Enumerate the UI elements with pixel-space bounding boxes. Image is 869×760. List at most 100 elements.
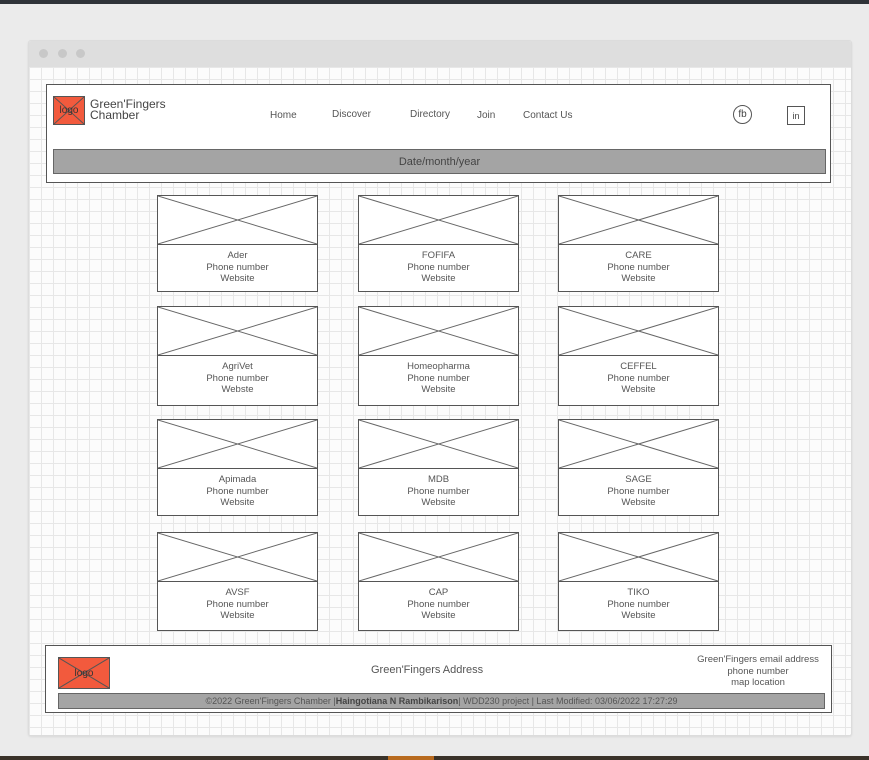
brand-name[interactable]: Green'Fingers Chamber bbox=[90, 98, 166, 122]
image-placeholder-icon bbox=[559, 420, 718, 468]
copyright-prefix: ©2022 Green'Fingers Chamber | bbox=[205, 696, 336, 706]
image-placeholder-icon bbox=[359, 420, 518, 468]
directory-card[interactable]: AVSF Phone number Website bbox=[157, 532, 318, 631]
nav-discover[interactable]: Discover bbox=[332, 109, 371, 120]
directory-card[interactable]: FOFIFA Phone number Website bbox=[358, 195, 519, 292]
member-website-link[interactable]: Website bbox=[158, 273, 317, 285]
taskbar-highlight bbox=[388, 756, 434, 760]
footer-address: Green'Fingers Address bbox=[371, 664, 484, 676]
footer-phone: phone number bbox=[727, 665, 789, 677]
member-image-placeholder bbox=[158, 420, 317, 469]
member-website-link[interactable]: Website bbox=[158, 610, 317, 622]
member-phone: Phone number bbox=[206, 372, 269, 384]
member-info: CEFFEL Phone number Website bbox=[559, 361, 718, 396]
member-info: SAGE Phone number Website bbox=[559, 474, 718, 509]
member-phone: Phone number bbox=[206, 598, 269, 610]
window-dot-icon[interactable] bbox=[39, 49, 48, 58]
member-website-link[interactable]: Webste bbox=[158, 384, 317, 396]
member-info: AVSF Phone number Website bbox=[158, 587, 317, 622]
member-image-placeholder bbox=[359, 420, 518, 469]
image-placeholder-icon bbox=[359, 307, 518, 355]
member-name: TIKO bbox=[627, 587, 650, 598]
os-bottom-bar bbox=[0, 756, 869, 760]
copyright-bar: ©2022 Green'Fingers Chamber |Haingotiana… bbox=[58, 693, 825, 709]
member-phone: Phone number bbox=[407, 372, 470, 384]
footer-logo-label: logo bbox=[74, 667, 94, 679]
member-phone: Phone number bbox=[407, 261, 470, 273]
member-name: CEFFEL bbox=[620, 361, 657, 372]
window-dot-icon[interactable] bbox=[58, 49, 67, 58]
os-top-bar bbox=[0, 0, 869, 4]
member-website-link[interactable]: Website bbox=[359, 497, 518, 509]
member-image-placeholder bbox=[359, 307, 518, 356]
member-phone: Phone number bbox=[607, 598, 670, 610]
image-placeholder-icon bbox=[559, 196, 718, 244]
directory-card[interactable]: MDB Phone number Website bbox=[358, 419, 519, 516]
image-placeholder-icon bbox=[559, 307, 718, 355]
member-name: Apimada bbox=[218, 474, 257, 485]
member-name: CARE bbox=[625, 250, 652, 261]
member-name: Homeopharma bbox=[407, 361, 470, 372]
member-name: SAGE bbox=[625, 474, 652, 485]
member-website-link[interactable]: Website bbox=[559, 384, 718, 396]
directory-card[interactable]: CEFFEL Phone number Website bbox=[558, 306, 719, 406]
member-phone: Phone number bbox=[607, 485, 670, 497]
footer-email[interactable]: Green'Fingers email address bbox=[686, 654, 830, 666]
nav-directory[interactable]: Directory bbox=[410, 109, 450, 120]
member-website-link[interactable]: Website bbox=[559, 497, 718, 509]
nav-join[interactable]: Join bbox=[477, 110, 495, 121]
member-website-link[interactable]: Website bbox=[559, 273, 718, 285]
member-phone: Phone number bbox=[607, 261, 670, 273]
member-info: CAP Phone number Website bbox=[359, 587, 518, 622]
member-name: FOFIFA bbox=[421, 250, 456, 261]
member-phone: Phone number bbox=[407, 485, 470, 497]
member-website-link[interactable]: Website bbox=[359, 273, 518, 285]
nav-home[interactable]: Home bbox=[270, 110, 297, 121]
footer-logo[interactable]: logo bbox=[58, 657, 110, 689]
member-image-placeholder bbox=[559, 307, 718, 356]
header-logo[interactable]: logo bbox=[53, 96, 85, 125]
directory-card[interactable]: Ader Phone number Website bbox=[157, 195, 318, 292]
member-phone: Phone number bbox=[206, 261, 269, 273]
member-phone: Phone number bbox=[407, 598, 470, 610]
linkedin-icon[interactable]: in bbox=[787, 106, 805, 125]
member-image-placeholder bbox=[359, 533, 518, 582]
directory-card[interactable]: SAGE Phone number Website bbox=[558, 419, 719, 516]
member-phone: Phone number bbox=[206, 485, 269, 497]
member-info: TIKO Phone number Website bbox=[559, 587, 718, 622]
brand-line-2: Chamber bbox=[90, 108, 140, 122]
directory-card[interactable]: TIKO Phone number Website bbox=[558, 532, 719, 631]
member-name: CAP bbox=[428, 587, 449, 598]
member-info: FOFIFA Phone number Website bbox=[359, 250, 518, 285]
date-bar: Date/month/year bbox=[53, 149, 826, 174]
directory-card[interactable]: AgriVet Phone number Webste bbox=[157, 306, 318, 406]
member-website-link[interactable]: Website bbox=[559, 610, 718, 622]
member-info: AgriVet Phone number Webste bbox=[158, 361, 317, 396]
footer-contact: Green'Fingers email address phone number… bbox=[686, 654, 830, 689]
image-placeholder-icon bbox=[359, 196, 518, 244]
footer-map-location[interactable]: map location bbox=[686, 677, 830, 689]
author-name: Haingotiana N Rambikarison bbox=[335, 696, 459, 706]
member-website-link[interactable]: Website bbox=[359, 384, 518, 396]
member-website-link[interactable]: Website bbox=[158, 497, 317, 509]
member-info: MDB Phone number Website bbox=[359, 474, 518, 509]
logo-label: logo bbox=[59, 105, 79, 116]
image-placeholder-icon bbox=[158, 420, 317, 468]
member-image-placeholder bbox=[158, 533, 317, 582]
member-image-placeholder bbox=[559, 420, 718, 469]
member-image-placeholder bbox=[158, 307, 317, 356]
window-dot-icon[interactable] bbox=[76, 49, 85, 58]
image-placeholder-icon bbox=[158, 196, 317, 244]
member-website-link[interactable]: Website bbox=[359, 610, 518, 622]
nav-contact-us[interactable]: Contact Us bbox=[523, 110, 572, 121]
directory-card[interactable]: CARE Phone number Website bbox=[558, 195, 719, 292]
image-placeholder-icon bbox=[158, 307, 317, 355]
directory-card[interactable]: Homeopharma Phone number Website bbox=[358, 306, 519, 406]
copyright-suffix: | WDD230 project | Last Modified: 03/06/… bbox=[458, 696, 678, 706]
facebook-icon[interactable]: fb bbox=[733, 105, 752, 124]
directory-card[interactable]: Apimada Phone number Website bbox=[157, 419, 318, 516]
directory-card[interactable]: CAP Phone number Website bbox=[358, 532, 519, 631]
image-placeholder-icon bbox=[559, 533, 718, 581]
member-info: Apimada Phone number Website bbox=[158, 474, 317, 509]
member-image-placeholder bbox=[559, 533, 718, 582]
